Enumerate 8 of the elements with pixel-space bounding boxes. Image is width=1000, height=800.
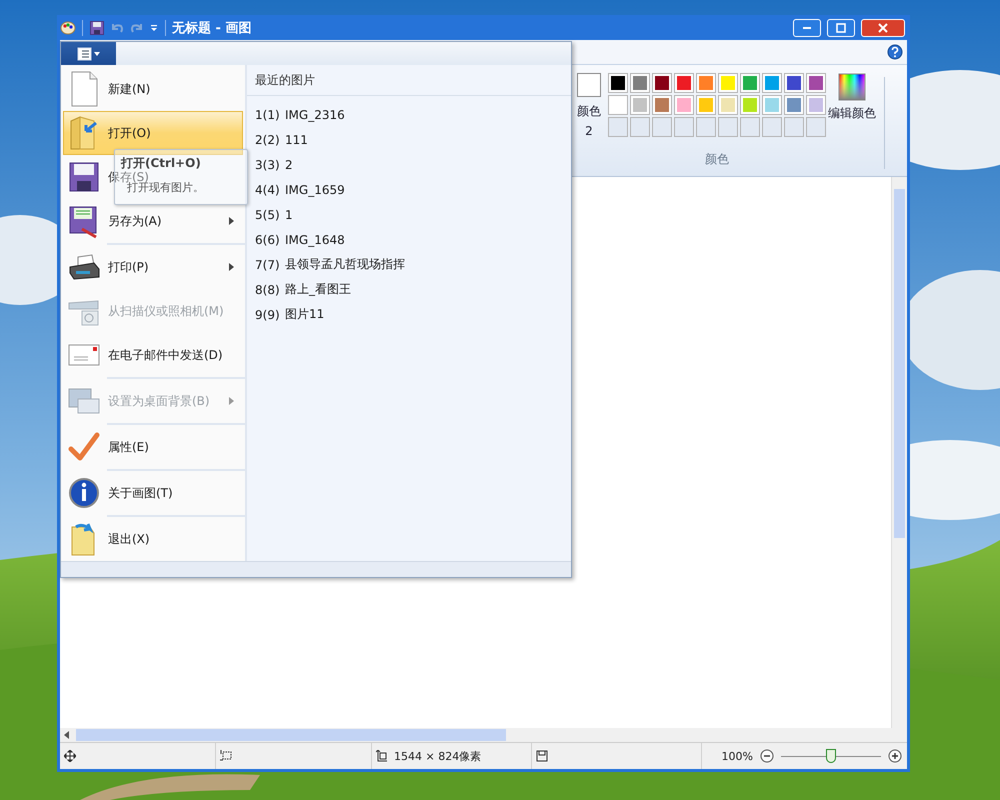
color-2-label: 颜色 2: [577, 103, 601, 140]
tooltip-text: 打开现有图片。: [127, 181, 205, 195]
window-title: 无标题 - 画图: [172, 20, 252, 36]
image-size-text: 1544 × 824像素: [394, 748, 482, 764]
tooltip-title: 打开(Ctrl+O): [121, 155, 202, 172]
group-label: 颜色: [705, 151, 729, 168]
recent-pictures-heading: 最近的图片: [247, 65, 571, 96]
zoom-percent: 100%: [722, 750, 753, 762]
